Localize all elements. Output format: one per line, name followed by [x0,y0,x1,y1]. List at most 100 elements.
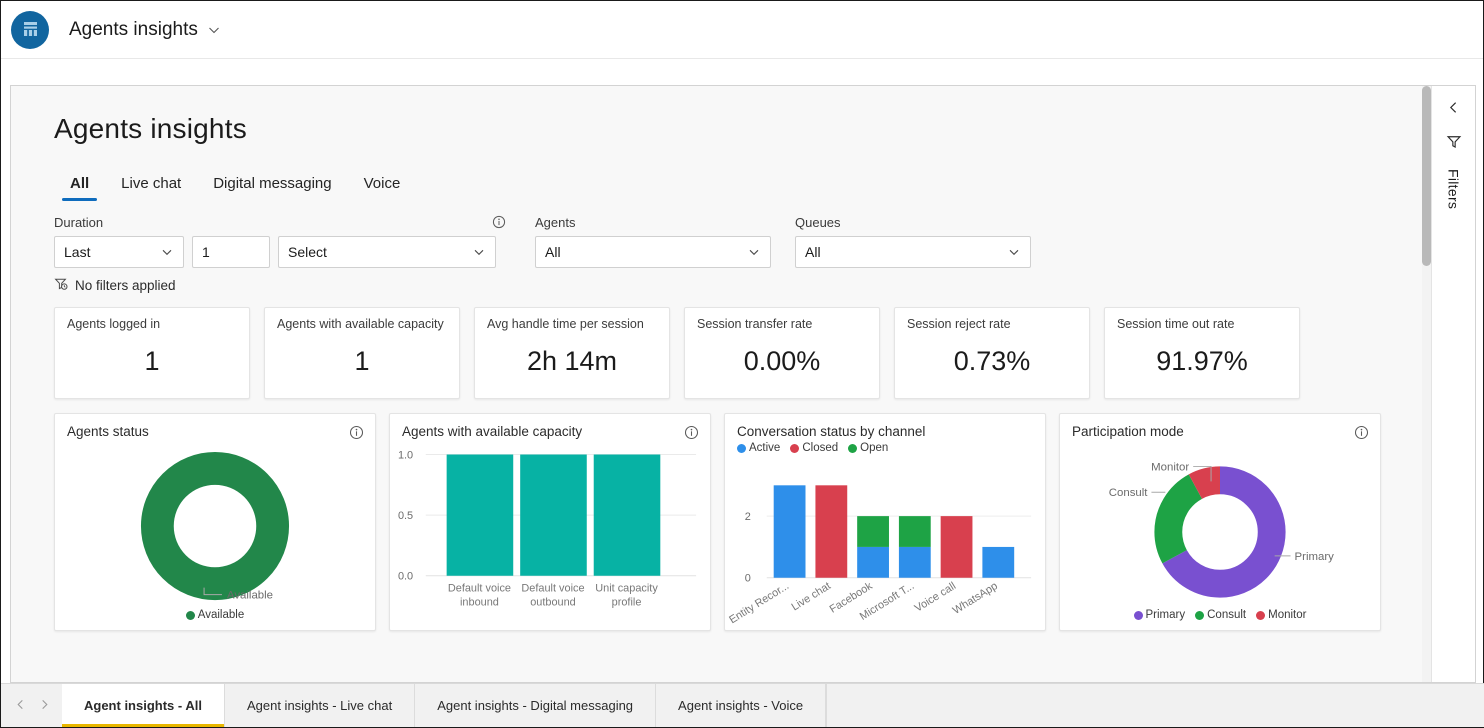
app-title: Agents insights [69,18,198,40]
duration-number-value: 1 [202,244,210,260]
agents-filter-group: Agents All [535,214,771,268]
chevron-left-icon[interactable] [15,697,26,715]
xtick-label: Default voice [521,583,584,595]
queues-filter-group: Queues All [795,214,1031,268]
chevron-down-icon [1007,245,1021,259]
legend-label: Available [197,609,245,621]
kpi-session-transfer-rate: Session transfer rate 0.00% [684,307,880,399]
bottom-tab-agent-insights-voice[interactable]: Agent insights - Voice [656,684,827,727]
chevron-down-icon [160,245,174,259]
agents-status-legend: Available [55,609,375,621]
card-title: Conversation status by channel [737,424,926,439]
card-conversation-status-by-channel: Conversation status by channel Active Cl… [724,413,1046,631]
ytick-2: 2 [745,511,751,523]
duration-filter-group: Duration Last 1 Select [54,214,506,268]
conversation-status-bar-chart: 2 0 Entity Recor... Live chat Facebook M… [727,485,1032,626]
scrollbar-thumb[interactable] [1422,86,1431,266]
participation-mode-donut-chart: Primary Consult Monitor [1109,461,1335,598]
kpi-value: 2h 14m [526,346,618,376]
chevron-right-icon[interactable] [39,697,50,715]
participation-legend: Primary Consult Monitor [1060,609,1380,621]
legend-item-available[interactable]: Available [185,609,245,621]
card-participation-mode: Participation mode Primary Consult Monit… [1059,413,1381,631]
ytick-1: 1.0 [398,449,413,461]
card-agents-status: Agents status Available Available [54,413,376,631]
legend-swatch [185,610,195,620]
leader-label-monitor: Monitor [1151,461,1189,473]
queues-select[interactable]: All [795,236,1031,268]
kpi-session-reject-rate: Session reject rate 0.73% [894,307,1090,399]
bar-facebook-active [857,546,889,578]
tab-live-chat[interactable]: Live chat [105,169,197,201]
kpi-row: Agents logged in 1 Agents with available… [54,307,1431,399]
card-agents-with-available-capacity: Agents with available capacity 1.0 0.5 0… [389,413,711,631]
agents-select[interactable]: All [535,236,771,268]
filter-status-text: No filters applied [75,278,176,293]
kpi-avg-handle-time-per-session: Avg handle time per session 2h 14m [474,307,670,399]
duration-number-input[interactable]: 1 [192,236,270,268]
bottom-tab-agent-insights-live-chat[interactable]: Agent insights - Live chat [224,684,416,727]
page-frame: Agents insights All Live chat Digital me… [10,85,1476,683]
legend-label: Monitor [1268,609,1307,621]
xtick-label: Entity Recor... [727,580,791,626]
tab-nav-arrows [1,684,62,727]
vertical-scrollbar[interactable] [1422,86,1431,682]
legend-item-monitor[interactable]: Monitor [1256,609,1306,621]
app-window: Agents insights Agents insights All Live… [0,0,1484,728]
legend-swatch [1256,610,1266,620]
filter-bar: Duration Last 1 Select Agents All Queues… [54,214,1431,268]
duration-label: Duration [54,214,104,230]
legend-item-consult[interactable]: Consult [1195,609,1246,621]
xtick-label: outbound [530,597,576,609]
leader-label-primary: Primary [1295,551,1335,563]
filter-status: No filters applied [54,277,1431,294]
chevron-down-icon [747,245,761,259]
bottom-tab-agent-insights-all[interactable]: Agent insights - All [62,684,225,727]
filters-rail-label[interactable]: Filters [1446,169,1462,209]
funnel-icon[interactable] [1446,134,1462,155]
leader-label-available: Available [227,590,273,602]
bar-unit-capacity-profile [593,454,661,576]
agents-value: All [545,244,561,260]
card-title: Agents status [67,424,149,439]
duration-unit-value: Select [288,244,327,260]
duration-range-select[interactable]: Last [54,236,184,268]
tab-voice[interactable]: Voice [348,169,417,201]
ytick-05: 0.5 [398,510,413,522]
kpi-value: 91.97% [1156,346,1248,376]
available-capacity-bar-chart: 1.0 0.5 0.0 Default voice inbound Defaul… [398,449,697,609]
legend-label: Consult [1207,609,1247,621]
info-icon[interactable] [491,215,506,230]
page-title: Agents insights [54,113,247,144]
kpi-label: Avg handle time per session [487,317,644,331]
bottom-tab-agent-insights-digital-messaging[interactable]: Agent insights - Digital messaging [415,684,657,727]
xtick-label: Voice call [913,580,958,615]
legend-item-primary[interactable]: Primary [1133,609,1185,621]
bar-microsoft-teams-active [898,546,931,578]
xtick-label: Unit capacity [595,583,658,595]
kpi-value: 0.73% [953,346,1031,376]
dynamics-app-icon[interactable] [11,10,49,49]
app-header: Agents insights [1,1,1483,59]
chevron-left-icon[interactable] [1446,100,1461,120]
filters-rail: Filters [1422,86,1475,682]
kpi-session-time-out-rate: Session time out rate 91.97% [1104,307,1300,399]
kpi-value: 1 [144,346,160,376]
agents-status-donut-chart: Available [140,452,290,602]
kpi-label: Agents with available capacity [277,317,444,331]
leader-label-consult: Consult [1109,487,1149,499]
agents-label: Agents [535,214,576,230]
duration-unit-select[interactable]: Select [278,236,496,268]
chart-row: Agents status Available Available Agents… [54,413,1431,631]
chevron-down-icon[interactable] [207,23,221,37]
bar-facebook-open [857,516,889,547]
card-title: Participation mode [1072,424,1184,439]
kpi-label: Session transfer rate [697,317,813,331]
bar-default-voice-inbound [446,454,514,576]
channel-tabs: All Live chat Digital messaging Voice [54,169,1431,201]
bar-whatsapp-active [982,546,1015,578]
tab-all[interactable]: All [54,169,105,201]
xtick-label: profile [612,597,642,609]
tab-digital-messaging[interactable]: Digital messaging [197,169,347,201]
kpi-agents-logged-in: Agents logged in 1 [54,307,250,399]
